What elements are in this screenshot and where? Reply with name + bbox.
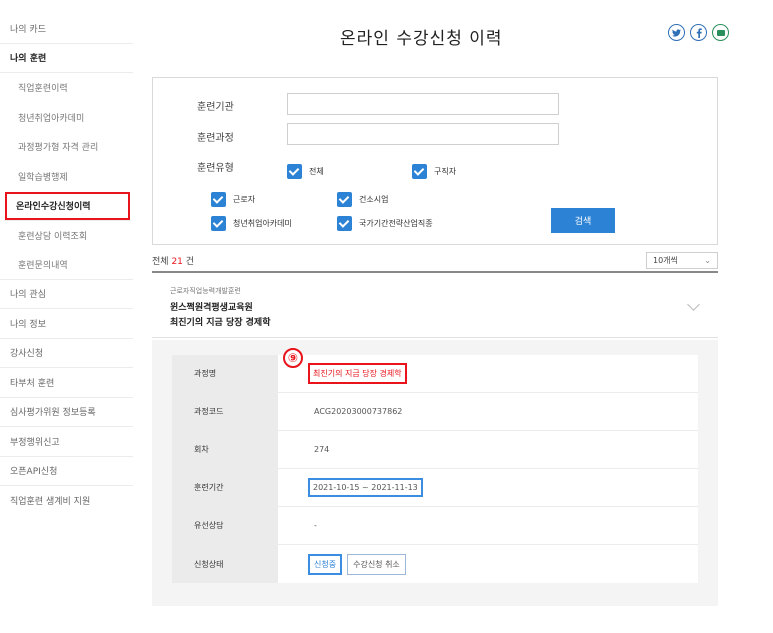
checkbox-all-label: 전체 bbox=[309, 167, 324, 176]
course-title: 최진기의 지금 당장 경제학 bbox=[170, 318, 271, 328]
sidebar-item-online-application-history[interactable]: 온라인수강신청이력 bbox=[4, 191, 131, 221]
sidebar-item-my-card[interactable]: 나의 카드 bbox=[0, 14, 133, 44]
course-institution: 윈스쩍원격평생교육원 bbox=[170, 303, 253, 313]
course-detail-panel: 과정명 최진기의 지금 당장 경제학 과정코드 ACG2020300073786… bbox=[152, 340, 718, 606]
detail-value: ACG20203000737862 bbox=[278, 393, 698, 430]
result-count-prefix: 전체 bbox=[152, 256, 169, 267]
checkbox-all[interactable]: 전체 bbox=[287, 164, 324, 179]
checkbox-construction-label: 건소시업 bbox=[359, 195, 389, 204]
detail-key: 유선상담 bbox=[172, 507, 278, 544]
detail-row-round: 회차 274 bbox=[172, 431, 698, 469]
sidebar-item-inquiry-history[interactable]: 훈련문의내역 bbox=[0, 250, 133, 280]
annotation-marker: ⑨ bbox=[283, 348, 303, 368]
sidebar: 나의 카드 나의 훈련 직업훈련이력 청년취업아카데미 과정평가형 자격 관리 … bbox=[0, 14, 133, 516]
sidebar-item-living-cost-support[interactable]: 직업훈련 생계비 지원 bbox=[0, 486, 133, 516]
facebook-icon[interactable] bbox=[690, 24, 707, 41]
checkbox-jobseeker-label: 구직자 bbox=[434, 167, 457, 176]
share-buttons bbox=[668, 24, 729, 41]
sidebar-item-open-api[interactable]: 오픈API신청 bbox=[0, 457, 133, 486]
course-label: 훈련과정 bbox=[197, 133, 234, 144]
sidebar-item-my-training[interactable]: 나의 훈련 bbox=[0, 44, 133, 73]
result-bar: 전체 21 건 10개씩 ⌄ bbox=[152, 249, 718, 273]
message-icon[interactable] bbox=[712, 24, 729, 41]
search-button[interactable]: 검색 bbox=[551, 208, 615, 233]
detail-key: 과정명 bbox=[172, 355, 278, 392]
detail-value: 신청중 수강신청 취소 bbox=[278, 545, 698, 583]
page-title: 온라인 수강신청 이력 bbox=[340, 29, 503, 49]
sidebar-item-other-ministry-training[interactable]: 타부처 훈련 bbox=[0, 368, 133, 398]
course-input[interactable] bbox=[287, 123, 559, 145]
checkbox-youth-academy[interactable]: 청년취업아카데미 bbox=[211, 216, 292, 231]
twitter-icon[interactable] bbox=[668, 24, 685, 41]
detail-key: 훈련기간 bbox=[172, 469, 278, 506]
search-form: 훈련기관 훈련과정 훈련유형 전체 구직자 근로자 건소시업 청년취업아카데미 … bbox=[152, 77, 718, 245]
sidebar-item-youth-academy[interactable]: 청년취업아카데미 bbox=[0, 103, 133, 133]
course-category: 근로자직업능력개발훈련 bbox=[170, 287, 241, 295]
sidebar-item-instructor-application[interactable]: 강사신청 bbox=[0, 339, 133, 368]
result-count: 전체 21 건 bbox=[152, 254, 194, 267]
page-size-value: 10개씩 bbox=[653, 255, 678, 265]
institution-label: 훈련기관 bbox=[197, 102, 234, 113]
training-period: 2021-10-15 ~ 2021-11-13 bbox=[308, 478, 423, 497]
checkbox-worker[interactable]: 근로자 bbox=[211, 192, 255, 207]
sidebar-item-evaluator-registration[interactable]: 심사평가위원 정보등록 bbox=[0, 398, 133, 427]
status-group: 신청중 수강신청 취소 bbox=[308, 553, 406, 575]
detail-value: 2021-10-15 ~ 2021-11-13 bbox=[278, 469, 698, 506]
cancel-application-button[interactable]: 수강신청 취소 bbox=[347, 553, 406, 575]
detail-row-consult: 유선상담 - bbox=[172, 507, 698, 545]
detail-value: 최진기의 지금 당장 경제학 bbox=[278, 355, 698, 392]
detail-value: - bbox=[278, 507, 698, 544]
checkbox-worker-label: 근로자 bbox=[233, 195, 256, 204]
detail-row-course-code: 과정코드 ACG20203000737862 bbox=[172, 393, 698, 431]
sidebar-item-fraud-report[interactable]: 부정행위신고 bbox=[0, 427, 133, 457]
detail-key: 회차 bbox=[172, 431, 278, 468]
chevron-down-icon: ⌄ bbox=[704, 255, 711, 265]
checkbox-youth-academy-label: 청년취업아카데미 bbox=[233, 219, 292, 228]
sidebar-item-my-info[interactable]: 나의 정보 bbox=[0, 309, 133, 339]
type-label: 훈련유형 bbox=[197, 163, 234, 174]
checkbox-checked-icon bbox=[412, 164, 427, 179]
checkbox-checked-icon bbox=[211, 216, 226, 231]
sidebar-item-training-history[interactable]: 직업훈련이력 bbox=[0, 73, 133, 103]
detail-key: 신청상태 bbox=[172, 545, 278, 583]
checkbox-checked-icon bbox=[337, 216, 352, 231]
checkbox-checked-icon bbox=[337, 192, 352, 207]
checkbox-national-strategy-label: 국가기간전략산업직종 bbox=[359, 219, 433, 228]
sidebar-item-my-interest[interactable]: 나의 관심 bbox=[0, 280, 133, 309]
result-count-number: 21 bbox=[171, 256, 183, 267]
sidebar-item-course-qualification[interactable]: 과정평가형 자격 관리 bbox=[0, 132, 133, 162]
status-badge: 신청중 bbox=[308, 553, 343, 575]
checkbox-construction[interactable]: 건소시업 bbox=[337, 192, 388, 207]
detail-row-course-name: 과정명 최진기의 지금 당장 경제학 bbox=[172, 355, 698, 393]
checkbox-jobseeker[interactable]: 구직자 bbox=[412, 164, 456, 179]
detail-row-status: 신청상태 신청중 수강신청 취소 bbox=[172, 545, 698, 583]
chevron-down-icon[interactable] bbox=[687, 298, 700, 311]
page-size-select[interactable]: 10개씩 ⌄ bbox=[646, 251, 718, 269]
detail-value: 274 bbox=[278, 431, 698, 468]
institution-input[interactable] bbox=[287, 93, 559, 115]
result-count-suffix: 건 bbox=[185, 256, 195, 267]
checkbox-national-strategy[interactable]: 국가기간전략산업직종 bbox=[337, 216, 433, 231]
course-item[interactable]: 근로자직업능력개발훈련 윈스쩍원격평생교육원 최진기의 지금 당장 경제학 bbox=[152, 276, 718, 338]
detail-table: 과정명 최진기의 지금 당장 경제학 과정코드 ACG2020300073786… bbox=[172, 355, 698, 583]
course-name-link[interactable]: 최진기의 지금 당장 경제학 bbox=[308, 363, 407, 384]
checkbox-checked-icon bbox=[211, 192, 226, 207]
sidebar-item-work-learning[interactable]: 일학습병행제 bbox=[0, 162, 133, 192]
checkbox-checked-icon bbox=[287, 164, 302, 179]
detail-row-period: 훈련기간 2021-10-15 ~ 2021-11-13 bbox=[172, 469, 698, 507]
detail-key: 과정코드 bbox=[172, 393, 278, 430]
sidebar-item-consultation-history[interactable]: 훈련상담 이력조회 bbox=[0, 221, 133, 251]
